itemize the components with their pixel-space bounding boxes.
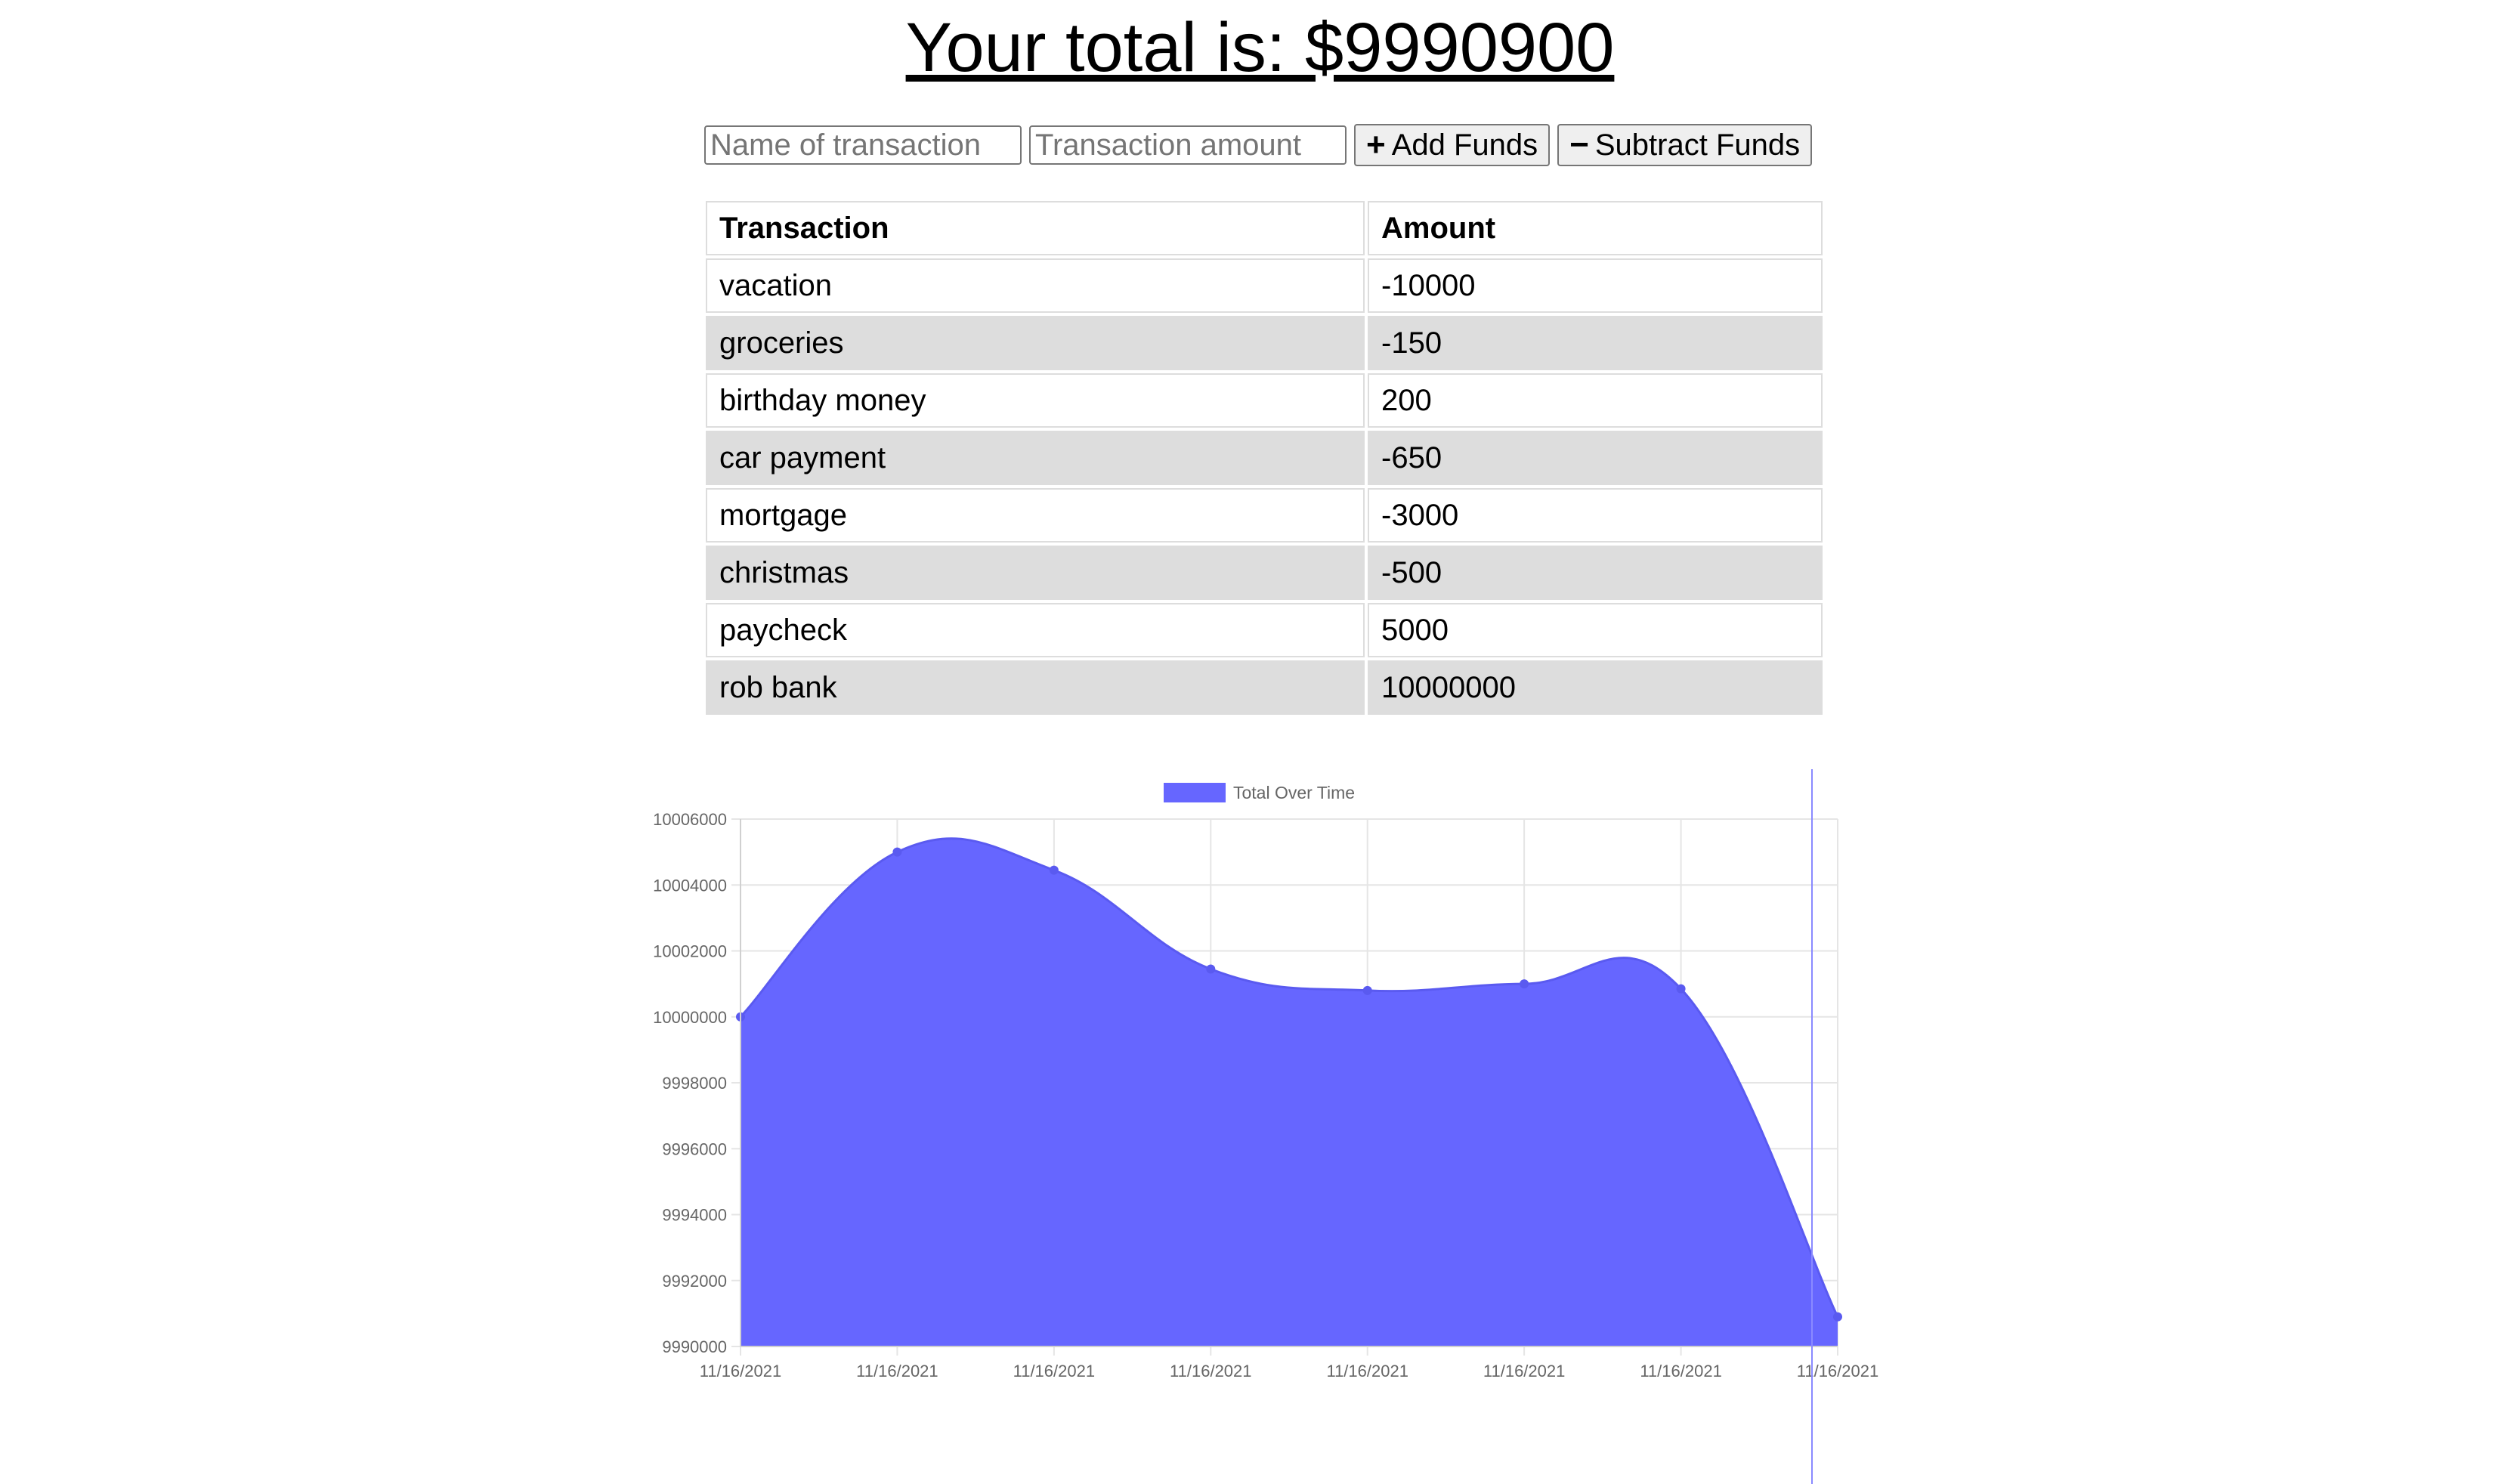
x-tick-label: 11/16/2021 (1013, 1362, 1095, 1380)
series-area (741, 838, 1838, 1346)
y-tick-label: 10002000 (653, 942, 727, 961)
x-tick-label: 11/16/2021 (1326, 1362, 1408, 1380)
x-tick-label: 11/16/2021 (856, 1362, 938, 1380)
data-point (1362, 985, 1372, 995)
data-point (1833, 1312, 1842, 1322)
legend-swatch (1164, 783, 1226, 802)
y-tick-label: 10000000 (653, 1008, 727, 1027)
x-tick-label: 11/16/2021 (1483, 1362, 1565, 1380)
total-over-time-chart: 10006000 10004000 10002000 10000000 9998000 9… (653, 769, 1878, 1484)
y-tick-label: 9996000 (662, 1139, 727, 1158)
x-tick-label: 11/16/2021 (1170, 1362, 1251, 1380)
x-tick-label: 11/16/2021 (1640, 1362, 1721, 1380)
y-tick-label: 9998000 (662, 1074, 727, 1093)
data-point (1049, 865, 1059, 875)
data-point (1206, 964, 1216, 974)
x-tick-label: 11/16/2021 (700, 1362, 781, 1380)
y-tick-label: 10004000 (653, 876, 727, 895)
data-point (892, 847, 902, 857)
y-tick-label: 9990000 (662, 1337, 727, 1356)
y-tick-label: 9992000 (662, 1272, 727, 1291)
data-point (1676, 984, 1686, 994)
legend-label: Total Over Time (1233, 783, 1355, 802)
y-tick-label: 9994000 (662, 1206, 727, 1225)
y-tick-label: 10006000 (653, 810, 727, 829)
x-tick-label: 11/16/2021 (1797, 1362, 1878, 1380)
data-point (1520, 979, 1529, 989)
